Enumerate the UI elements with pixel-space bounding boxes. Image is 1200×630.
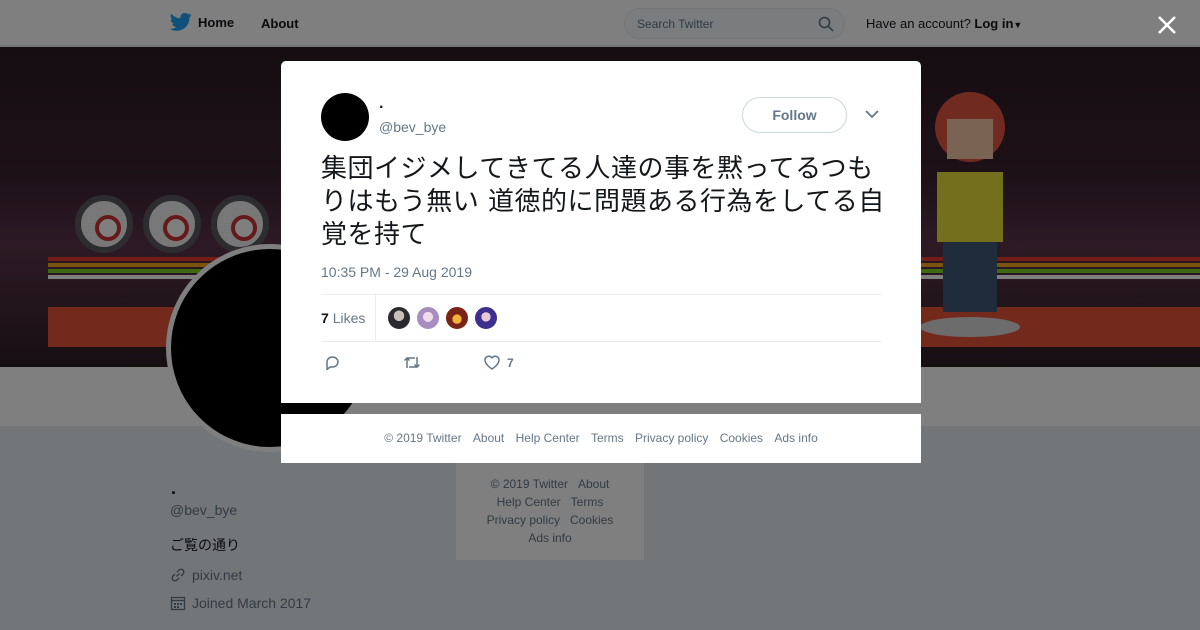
footer-help-link[interactable]: Help Center [516,431,580,445]
tweet-author-name[interactable]: . [379,95,383,113]
divider [321,294,881,295]
footer-terms-link[interactable]: Terms [591,431,624,445]
footer-copyright: © 2019 Twitter [384,431,462,445]
tweet-author-avatar[interactable] [321,93,369,141]
chevron-down-icon[interactable] [865,109,879,119]
likes-label: Likes [332,310,366,326]
divider [321,341,881,342]
divider [375,295,376,341]
tweet-modal: . @bev_bye Follow 集団イジメしてきてる人達の事を黙ってるつもり… [281,61,921,403]
tweet-timestamp[interactable]: 10:35 PM - 29 Aug 2019 [321,264,472,280]
liker-avatar[interactable] [416,306,440,330]
liker-avatar[interactable] [445,306,469,330]
like-button[interactable]: 7 [483,354,514,371]
follow-button[interactable]: Follow [742,97,847,133]
liker-avatar[interactable] [474,306,498,330]
reply-button[interactable] [324,354,341,371]
heart-icon [484,355,500,370]
likes-count[interactable]: 7 Likes [321,310,365,326]
liker-avatar[interactable] [387,306,411,330]
footer-about-link[interactable]: About [473,431,504,445]
footer-cookies-link[interactable]: Cookies [720,431,763,445]
footer-ads-link[interactable]: Ads info [774,431,817,445]
like-count: 7 [507,355,514,370]
likes-number: 7 [321,310,329,326]
footer-privacy-link[interactable]: Privacy policy [635,431,708,445]
retweet-button[interactable] [403,354,421,371]
close-icon[interactable] [1155,13,1179,37]
tweet-text: 集団イジメしてきてる人達の事を黙ってるつもりはもう無い 道徳的に問題ある行為をし… [321,154,885,250]
reply-icon [326,356,339,371]
retweet-icon [403,356,421,369]
tweet-author-handle[interactable]: @bev_bye [379,119,446,135]
modal-footer: © 2019 Twitter About Help Center Terms P… [281,414,921,463]
